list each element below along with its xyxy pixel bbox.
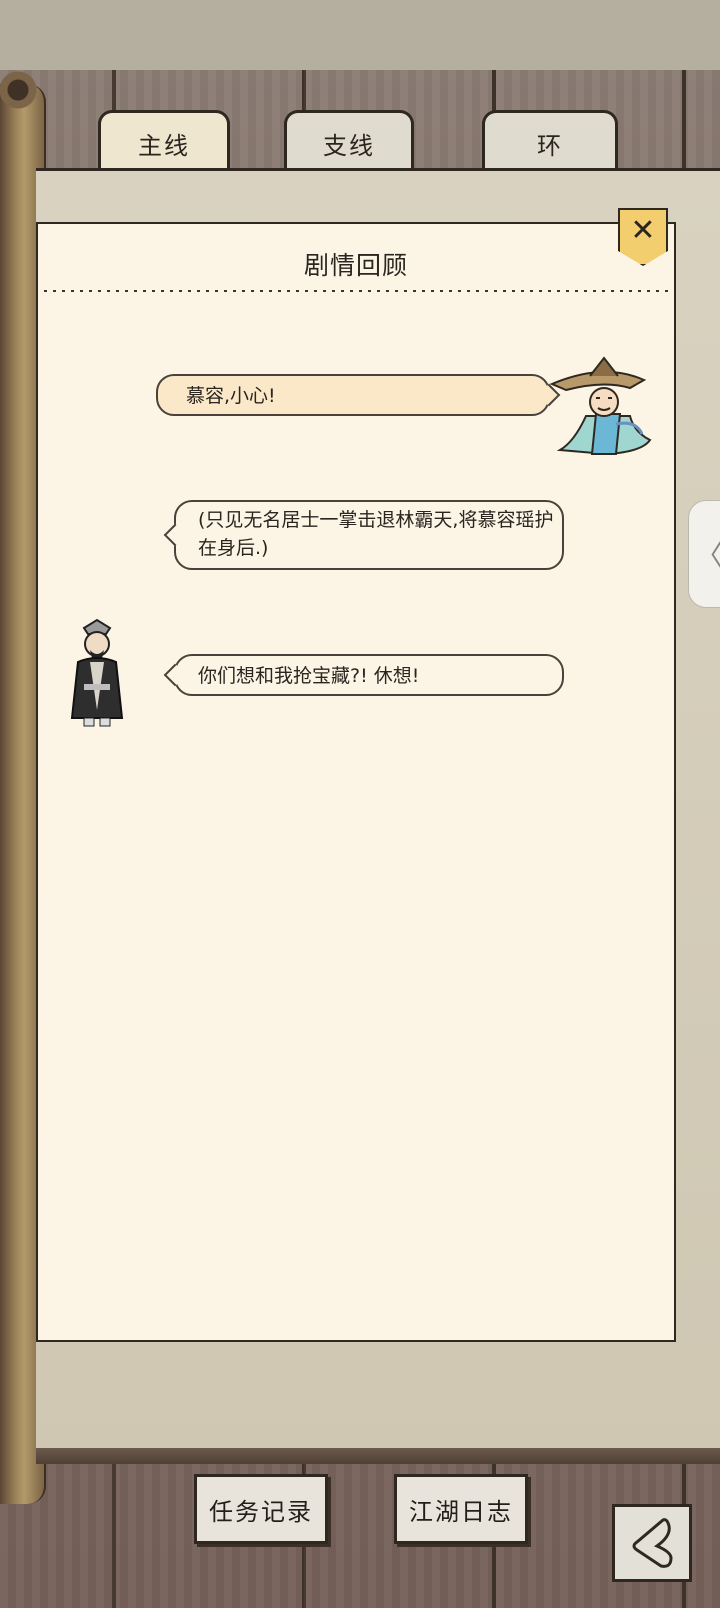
jianghu-journal-button[interactable]: 江湖日志 [394,1474,528,1544]
dialogue-bubble: 慕容,小心! [156,374,561,416]
dialogue-text: 慕容,小心! [186,385,276,407]
tab-loop-quest[interactable]: 环 [482,110,618,173]
dotted-divider [44,290,668,292]
narration-bubble: (只见无名居士一掌击退林霸天,将慕容瑶护在身后.) [163,500,564,570]
side-drawer-handle[interactable]: 〈 [688,500,720,608]
chevron-left-icon: 〈 [695,534,720,574]
back-button[interactable] [612,1504,692,1582]
dialogue-text: 你们想和我抢宝藏?! 休想! [198,665,420,687]
tab-main-quest[interactable]: 主线 [98,110,230,173]
close-icon: ✕ [630,213,656,248]
back-icon [632,1518,673,1568]
dialogue-text: (只见无名居士一掌击退林霸天,将慕容瑶护在身后.) [198,509,554,559]
panel-title: 剧情回顾 [303,251,408,280]
scroll-knob [0,70,38,110]
task-log-button[interactable]: 任务记录 [194,1474,328,1544]
black-robed-villain-avatar [64,618,130,730]
dialogue-bubble: 你们想和我抢宝藏?! 休想! [163,654,564,696]
scroll-bottom-rod [36,1448,720,1464]
straw-hat-swordsman-avatar [546,354,656,460]
tab-side-quest[interactable]: 支线 [284,110,414,173]
